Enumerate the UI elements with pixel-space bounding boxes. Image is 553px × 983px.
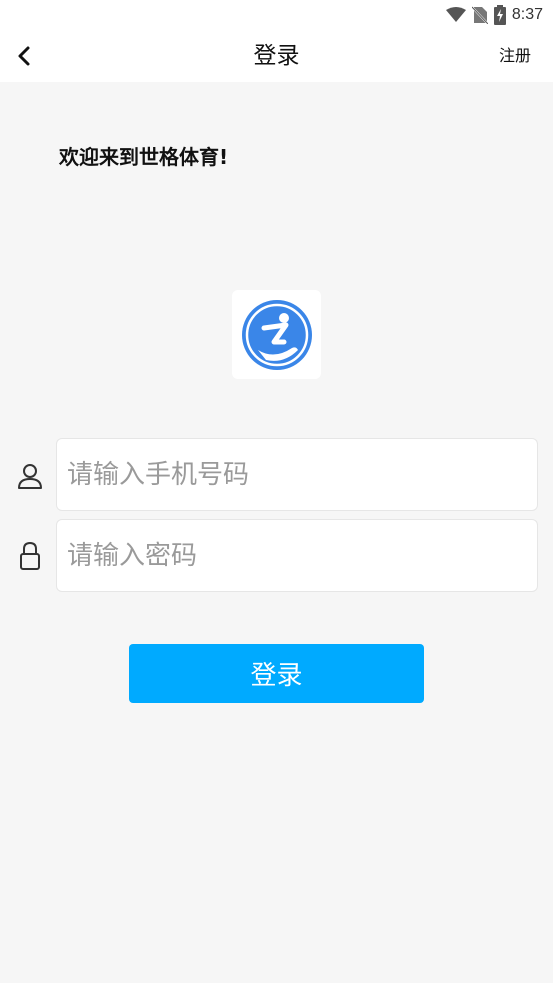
status-bar: 8:37 <box>0 0 553 30</box>
phone-input[interactable] <box>57 439 537 510</box>
password-field-box <box>56 519 538 592</box>
page-title: 登录 <box>253 43 300 69</box>
lock-icon <box>16 541 44 571</box>
welcome-text: 欢迎来到世格体育! <box>59 145 229 169</box>
status-time: 8:37 <box>511 6 543 23</box>
app-logo <box>232 290 321 379</box>
battery-charging-icon <box>493 5 506 25</box>
password-input[interactable] <box>57 520 537 591</box>
app-logo-icon <box>241 299 312 370</box>
phone-field-box <box>56 438 538 511</box>
person-icon <box>16 461 44 491</box>
no-sim-icon <box>471 6 488 24</box>
login-button[interactable]: 登录 <box>129 644 424 703</box>
wifi-icon <box>445 7 466 23</box>
app-bar: 登录 注册 <box>0 30 553 82</box>
register-link[interactable]: 注册 <box>499 44 531 68</box>
